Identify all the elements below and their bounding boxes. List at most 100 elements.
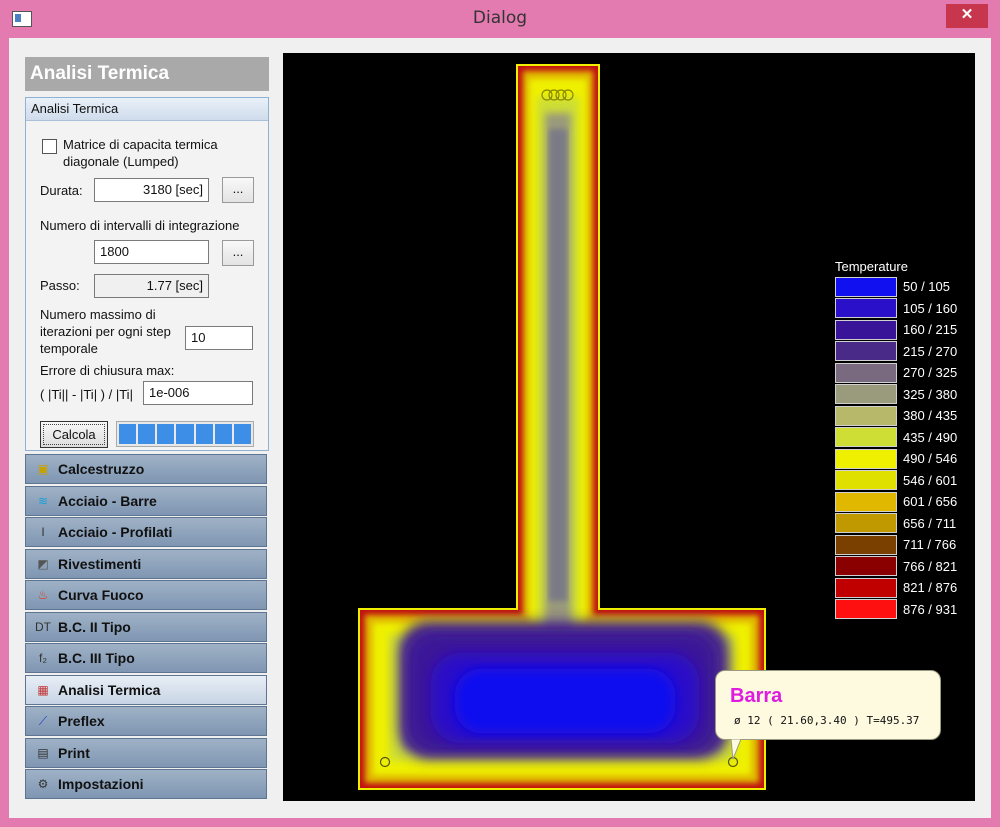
barra-tooltip: Barra ø 12 ( 21.60,3.40 ) T=495.37 <box>715 670 941 740</box>
errore-label: Errore di chiusura max: <box>40 363 175 378</box>
legend-swatch <box>835 513 897 534</box>
legend-swatch <box>835 491 897 512</box>
legend-item: 50 / 105 <box>835 276 975 298</box>
legend-label: 876 / 931 <box>903 601 958 617</box>
nav-label: B.C. II Tipo <box>58 619 131 635</box>
legend-swatch <box>835 384 897 405</box>
fire-icon: ♨ <box>37 588 49 602</box>
legend-swatch <box>835 470 897 491</box>
concrete-icon: ▣ <box>37 462 49 476</box>
bc3-icon: f₂ <box>39 651 47 665</box>
nav-acciaio-barre-button[interactable]: ≋ Acciaio - Barre <box>25 486 267 516</box>
legend-swatch <box>835 298 897 319</box>
calcola-button[interactable]: Calcola <box>40 421 108 448</box>
legend-item: 821 / 876 <box>835 577 975 599</box>
tooltip-title: Barra <box>730 685 783 707</box>
legend-item: 490 / 546 <box>835 448 975 470</box>
nav-b-c-iii-tipo-button[interactable]: f₂ B.C. III Tipo <box>25 643 267 673</box>
print-icon: ▤ <box>37 746 49 760</box>
legend-item: 601 / 656 <box>835 491 975 513</box>
durata-browse-button[interactable]: ... <box>222 177 254 203</box>
legend-item: 435 / 490 <box>835 427 975 449</box>
temperature-legend: Temperature 50 / 105 105 / 160 160 / 215 21… <box>835 259 975 620</box>
legend-item: 160 / 215 <box>835 319 975 341</box>
nav-preflex-button[interactable]: ⟋ Preflex <box>25 706 267 736</box>
nav-impostazioni-button[interactable]: ⚙ Impostazioni <box>25 769 267 799</box>
legend-label: 270 / 325 <box>903 365 958 381</box>
legend-label: 380 / 435 <box>903 408 958 424</box>
durata-label: Durata: <box>40 183 83 198</box>
legend-swatch <box>835 319 897 340</box>
errore-input[interactable]: 1e-006 <box>143 381 253 405</box>
thermal-analysis-icon: ▦ <box>37 683 49 697</box>
intervalli-browse-button[interactable]: ... <box>222 240 254 266</box>
preflex-icon: ⟋ <box>38 714 48 728</box>
nav-curva-fuoco-button[interactable]: ♨ Curva Fuoco <box>25 580 267 610</box>
i-beam-icon: I <box>41 525 45 539</box>
legend-label: 490 / 546 <box>903 451 958 467</box>
close-button[interactable]: ✕ <box>946 4 988 28</box>
legend-label: 711 / 766 <box>903 537 957 553</box>
iter-label-3: temporale <box>40 341 98 356</box>
progress-bar <box>116 421 254 447</box>
durata-input[interactable]: 3180 [sec] <box>94 178 209 202</box>
nav-label: Acciaio - Barre <box>58 493 157 509</box>
iter-input[interactable]: 10 <box>185 326 253 350</box>
lumped-label-1: Matrice di capacita termica <box>63 137 218 152</box>
legend-item: 546 / 601 <box>835 470 975 492</box>
tooltip-detail: ø 12 ( 21.60,3.40 ) T=495.37 <box>734 714 920 727</box>
client-area: Analisi Termica Analisi Termica Matrice … <box>9 38 991 818</box>
nav-print-button[interactable]: ▤ Print <box>25 738 267 768</box>
nav-analisi-termica-button[interactable]: ▦ Analisi Termica <box>25 675 267 705</box>
legend-label: 325 / 380 <box>903 386 958 402</box>
legend-label: 50 / 105 <box>903 279 950 295</box>
legend-item: 215 / 270 <box>835 341 975 363</box>
bc2-icon: DT <box>35 620 51 634</box>
legend-swatch <box>835 577 897 598</box>
legend-swatch <box>835 427 897 448</box>
legend-label: 435 / 490 <box>903 429 958 445</box>
legend-label: 766 / 821 <box>903 558 958 574</box>
panel-title: Analisi Termica <box>25 57 269 91</box>
legend-item: 766 / 821 <box>835 556 975 578</box>
iter-label-2: iterazioni per ogni step <box>40 324 171 339</box>
nav-label: Analisi Termica <box>58 682 161 698</box>
intervalli-label: Numero di intervalli di integrazione <box>40 218 240 233</box>
intervalli-input[interactable]: 1800 <box>94 240 209 264</box>
nav-label: Preflex <box>58 713 105 729</box>
title-bar[interactable]: Dialog ✕ <box>0 0 1000 38</box>
nav-b-c-ii-tipo-button[interactable]: DT B.C. II Tipo <box>25 612 267 642</box>
legend-swatch <box>835 534 897 555</box>
legend-label: 546 / 601 <box>903 472 958 488</box>
nav-rivestimenti-button[interactable]: ◩ Rivestimenti <box>25 549 267 579</box>
legend-swatch <box>835 599 897 620</box>
nav-calcestruzzo-button[interactable]: ▣ Calcestruzzo <box>25 454 267 484</box>
nav-label: Impostazioni <box>58 776 144 792</box>
nav-label: Acciaio - Profilati <box>58 524 173 540</box>
legend-item: 325 / 380 <box>835 384 975 406</box>
nav-label: B.C. III Tipo <box>58 650 135 666</box>
legend-label: 601 / 656 <box>903 494 958 510</box>
legend-item: 711 / 766 <box>835 534 975 556</box>
legend-label: 105 / 160 <box>903 300 958 316</box>
legend-item: 105 / 160 <box>835 298 975 320</box>
lumped-label-2: diagonale (Lumped) <box>63 154 179 169</box>
coating-icon: ◩ <box>37 557 49 571</box>
tooltip-pointer <box>730 739 742 760</box>
rebar-icon: ≋ <box>37 494 49 508</box>
group-header: Analisi Termica <box>26 98 268 121</box>
legend-item: 270 / 325 <box>835 362 975 384</box>
thermal-map-canvas[interactable]: Temperature 50 / 105 105 / 160 160 / 215 21… <box>283 53 975 801</box>
legend-swatch <box>835 362 897 383</box>
nav-acciaio-profilati-button[interactable]: I Acciaio - Profilati <box>25 517 267 547</box>
legend-label: 656 / 711 <box>903 515 957 531</box>
dialog-window: Dialog ✕ Analisi Termica Analisi Termica… <box>0 0 1000 827</box>
legend-swatch <box>835 556 897 577</box>
legend-title: Temperature <box>835 259 908 274</box>
window-title: Dialog <box>472 8 528 28</box>
passo-field: 1.77 [sec] <box>94 274 209 298</box>
legend-item: 380 / 435 <box>835 405 975 427</box>
legend-item: 656 / 711 <box>835 513 975 535</box>
lumped-checkbox[interactable] <box>42 139 57 154</box>
legend-swatch <box>835 276 897 297</box>
